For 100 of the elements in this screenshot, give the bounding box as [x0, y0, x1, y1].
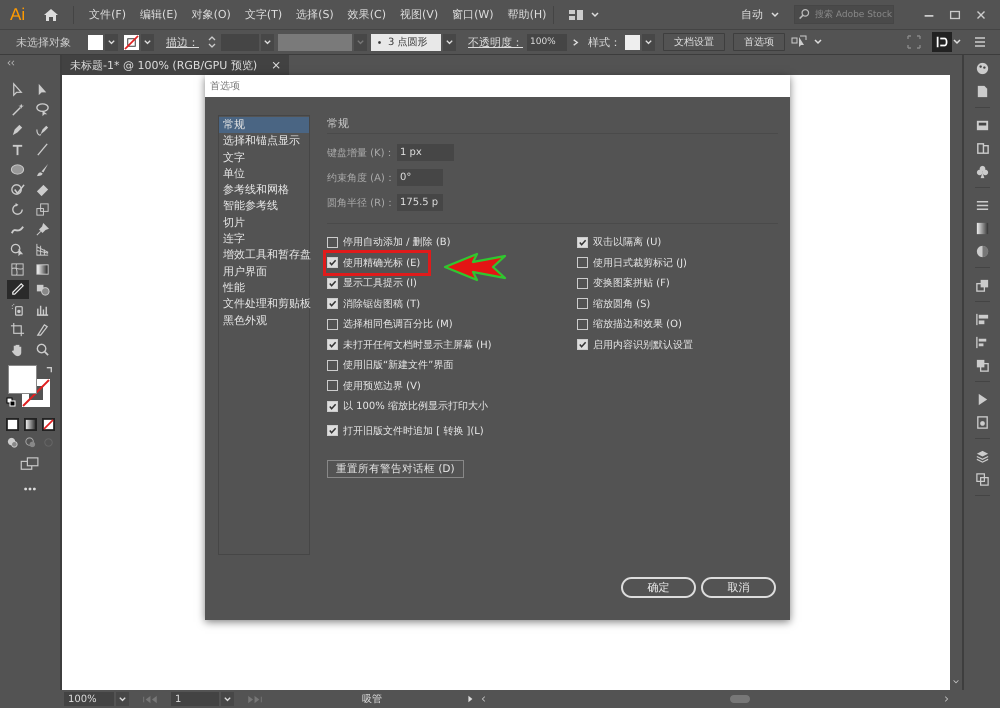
- menu-item[interactable]: 窗口(W): [445, 7, 501, 22]
- input-field[interactable]: 1 px: [397, 144, 454, 161]
- checkbox[interactable]: [577, 339, 588, 350]
- dropdown-button[interactable]: [105, 34, 118, 50]
- category-item[interactable]: 用户界面: [219, 264, 309, 280]
- scroll-left-icon[interactable]: [480, 695, 488, 703]
- home-icon[interactable]: [43, 6, 60, 22]
- none-mode-icon[interactable]: [42, 418, 54, 431]
- menu-item[interactable]: 对象(O): [184, 7, 238, 22]
- checkbox[interactable]: [327, 278, 338, 289]
- category-item[interactable]: 参考线和网格: [219, 182, 309, 198]
- chevron-icon[interactable]: [813, 37, 823, 47]
- layers-icon[interactable]: [974, 449, 990, 464]
- category-item[interactable]: 单位: [219, 166, 309, 182]
- transparency-icon[interactable]: [974, 244, 990, 259]
- category-item[interactable]: 切片: [219, 214, 309, 232]
- category-item[interactable]: 智能参考线: [219, 198, 309, 215]
- category-item[interactable]: 增效工具和暂存盘: [219, 247, 309, 264]
- checkbox[interactable]: [327, 257, 338, 268]
- align-left-icon[interactable]: [974, 335, 990, 350]
- puppet-warp-icon[interactable]: [791, 34, 807, 50]
- ok-button[interactable]: 确定: [621, 577, 696, 598]
- category-item[interactable]: 连字: [219, 231, 309, 248]
- reset-warnings-button[interactable]: 重置所有警告对话框 (D): [327, 460, 464, 478]
- default-colors-icon[interactable]: [6, 397, 16, 407]
- checkbox[interactable]: [577, 318, 588, 330]
- checkbox-option[interactable]: 变换图案拼贴 (F): [577, 273, 777, 294]
- checkbox-option[interactable]: 打开旧版文件时追加 [ 转换 ](L): [327, 420, 577, 441]
- cancel-button[interactable]: 取消: [701, 577, 776, 598]
- category-item[interactable]: 性能: [219, 280, 309, 296]
- screen-mode-icon[interactable]: [20, 457, 40, 471]
- zoom-field[interactable]: 100%: [64, 692, 114, 706]
- menu-item[interactable]: 编辑(E): [133, 7, 185, 22]
- dropdown-button[interactable]: [261, 34, 274, 50]
- spinner-icon[interactable]: [207, 34, 217, 50]
- checkbox[interactable]: [577, 298, 588, 310]
- color-guide-icon[interactable]: [974, 118, 990, 133]
- artboard-field[interactable]: 1: [171, 692, 219, 706]
- checkbox[interactable]: [327, 380, 338, 392]
- layer-stack-icon[interactable]: [974, 278, 990, 293]
- stroke-swatch[interactable]: [124, 34, 139, 50]
- search-field[interactable]: 搜索 Adobe Stock: [794, 5, 894, 24]
- scroll-right-icon[interactable]: [942, 695, 950, 703]
- color-mode-icon[interactable]: [6, 418, 18, 431]
- chevron-icon[interactable]: [770, 10, 780, 20]
- collapse-icon[interactable]: [6, 60, 16, 66]
- draw-normal-icon[interactable]: [6, 436, 18, 449]
- checkbox-option[interactable]: 缩放圆角 (S): [577, 294, 777, 314]
- toolbar-button[interactable]: 文档设置: [663, 33, 725, 51]
- scroll-thumb[interactable]: [730, 695, 750, 703]
- dropdown-button[interactable]: [116, 692, 129, 706]
- menu-item[interactable]: 文件(F): [82, 7, 134, 22]
- chevron-right-icon[interactable]: [571, 38, 580, 46]
- checkbox-option[interactable]: 消除锯齿图稿 (T): [327, 294, 577, 314]
- checkbox-option[interactable]: 缩放描边和效果 (O): [577, 314, 777, 334]
- menu-item[interactable]: 文字(T): [238, 7, 290, 22]
- category-item[interactable]: 文字: [219, 150, 309, 166]
- checkbox[interactable]: [327, 400, 338, 412]
- variable-width-field[interactable]: [278, 34, 352, 50]
- checkbox-option[interactable]: 使用预览边界 (V): [327, 376, 577, 396]
- checkbox-option[interactable]: 启用内容识别默认设置: [577, 334, 777, 355]
- dropdown-button[interactable]: [642, 34, 655, 50]
- checkbox-option[interactable]: 双击以隔离 (U): [577, 232, 777, 252]
- opacity-label[interactable]: 不透明度：: [468, 34, 523, 50]
- checkbox-option[interactable]: 显示工具提示 (I): [327, 273, 577, 294]
- category-item[interactable]: 文件处理和剪贴板: [219, 296, 309, 313]
- checkbox[interactable]: [327, 298, 338, 310]
- swatches-icon[interactable]: [974, 141, 990, 156]
- style-swatch[interactable]: [625, 34, 640, 50]
- lines-icon[interactable]: [974, 198, 990, 213]
- gradient-swatch-icon[interactable]: [974, 221, 990, 236]
- menu-item[interactable]: 效果(C): [340, 7, 393, 22]
- menu-item[interactable]: 视图(V): [393, 7, 446, 22]
- toolbar-button[interactable]: 首选项: [733, 33, 785, 51]
- document-tab[interactable]: 未标题-1* @ 100% (RGB/GPU 预览) ×: [62, 55, 290, 75]
- checkbox-option[interactable]: 使用旧版“新建文件”界面: [327, 355, 577, 376]
- checkbox-option[interactable]: 以 100% 缩放比例显示打印大小: [327, 396, 577, 416]
- checkbox-option[interactable]: 未打开任何文档时显示主屏幕 (H): [327, 334, 577, 355]
- swap-icon[interactable]: [45, 365, 54, 374]
- checkbox[interactable]: [327, 360, 338, 371]
- checkbox-option[interactable]: 选择相同色调百分比 (M): [327, 314, 577, 334]
- more-icon[interactable]: [23, 487, 37, 491]
- fill-swatch[interactable]: [88, 34, 103, 50]
- align-icon[interactable]: [974, 312, 990, 327]
- play-icon[interactable]: [466, 695, 474, 703]
- menu-item[interactable]: 帮助(H): [500, 7, 554, 22]
- brush-field[interactable]: 3 点圆形: [371, 34, 441, 50]
- input-field[interactable]: 0°: [397, 169, 443, 186]
- category-item[interactable]: 选择和锚点显示: [219, 133, 309, 150]
- checkbox-option[interactable]: 使用日式裁剪标记 (J): [577, 252, 777, 273]
- checkbox[interactable]: [577, 257, 588, 268]
- checkbox[interactable]: [327, 318, 338, 330]
- checkbox[interactable]: [327, 339, 338, 350]
- workspace-switcher[interactable]: 自动: [734, 7, 770, 22]
- checkbox-option[interactable]: 使用精确光标 (E): [327, 252, 420, 273]
- opacity-field[interactable]: 100%: [527, 34, 567, 50]
- checkbox[interactable]: [327, 425, 338, 436]
- align-button[interactable]: [932, 32, 952, 52]
- draw-behind-icon[interactable]: [24, 436, 36, 449]
- eyedropper-tool[interactable]: [6, 280, 28, 299]
